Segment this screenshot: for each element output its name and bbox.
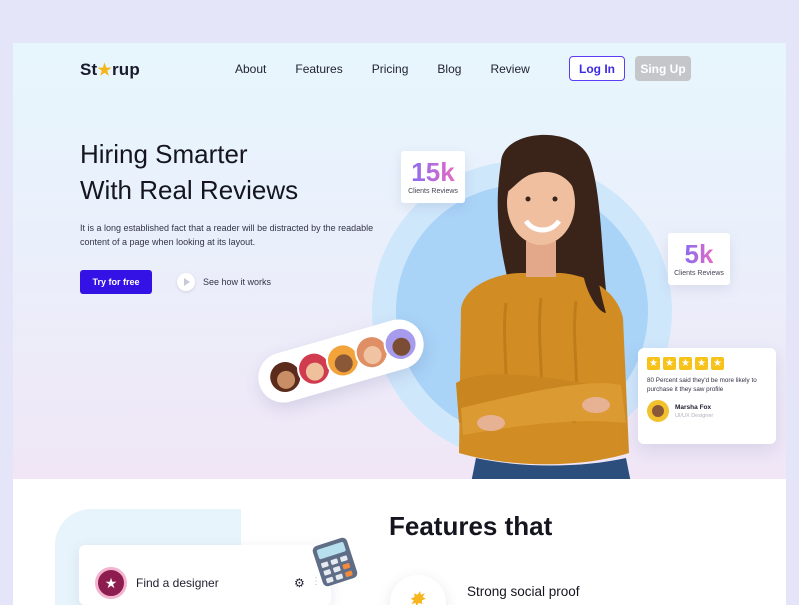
hero-description: It is a long established fact that a rea… [80,223,374,247]
see-how-it-works-link[interactable]: See how it works [177,273,271,291]
star-icon: ★ [663,357,676,370]
review-text: 80 Percent said they'd be more likely to… [647,377,757,393]
star-icon: ★ [695,357,708,370]
hero-title-line1: Hiring Smarter [80,139,248,169]
nav-item-blog[interactable]: Blog [437,62,461,76]
try-for-free-button[interactable]: Try for free [80,270,152,294]
signup-button[interactable]: Sing Up [635,56,691,81]
logo-text-end: rup [111,60,140,79]
logo[interactable]: St★rup [80,60,140,80]
hero-title-line2: With Real Reviews [80,175,299,205]
features-section: ★ Find a designer ⚙ ⋮ Features that ✸ St… [13,479,786,605]
gear-icon[interactable]: ⚙ [294,576,305,590]
nav-item-about[interactable]: About [235,62,266,76]
star-icon: ★ [647,357,660,370]
avatar [647,400,669,422]
hero-section: St★rup About Features Pricing Blog Revie… [13,43,786,479]
see-how-it-works-label: See how it works [203,277,272,287]
stat-value: 5k [684,239,714,269]
review-author: Marsha Fox UI/UX Designer [647,400,767,422]
author-role: UI/UX Designer [675,412,714,419]
main-nav: About Features Pricing Blog Review [235,62,530,76]
star-icon: ★ [711,357,724,370]
stat-value: 15k [411,157,455,187]
nav-item-review[interactable]: Review [490,62,529,76]
stat-card-clients-5k: 5k Clients Reviews [668,233,730,285]
hero-title: Hiring Smarter With Real Reviews [80,136,380,208]
review-card: ★ ★ ★ ★ ★ 80 Percent said they'd be more… [638,348,776,444]
features-title: Features that [389,511,553,541]
star-badge-icon: ★ [95,567,127,599]
play-icon[interactable] [177,273,195,291]
stat-label: Clients Reviews [674,270,724,277]
rating-stars: ★ ★ ★ ★ ★ [647,357,767,370]
stat-card-clients-15k: 15k Clients Reviews [401,151,465,203]
find-designer-card[interactable]: ★ Find a designer ⚙ ⋮ [79,545,331,605]
nav-item-pricing[interactable]: Pricing [372,62,409,76]
logo-text-start: St [80,60,98,79]
nav-item-features[interactable]: Features [295,62,342,76]
star-icon: ★ [679,357,692,370]
badge-icon: ✸ [408,589,425,605]
find-designer-label: Find a designer [136,576,219,590]
stat-label: Clients Reviews [408,188,458,195]
star-icon: ★ [97,62,112,79]
feature-item-label: Strong social proof [467,584,580,599]
login-button[interactable]: Log In [569,56,625,81]
author-name: Marsha Fox [675,403,712,411]
browser-frame: St★rup About Features Pricing Blog Revie… [13,43,786,605]
social-proof-badge: ✸ [390,575,446,605]
